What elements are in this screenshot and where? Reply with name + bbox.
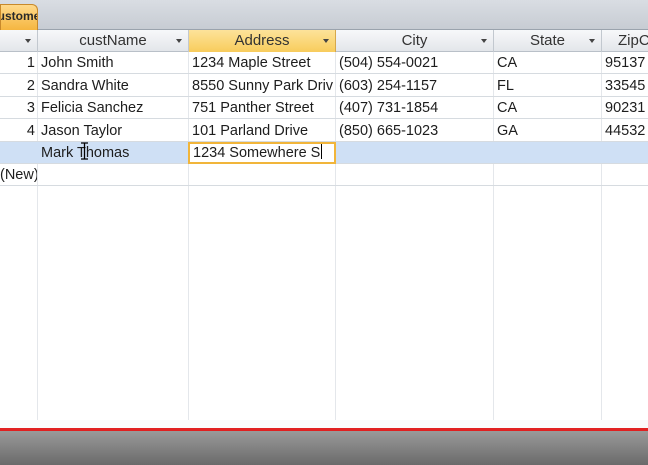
column-header-row: custName Address City State ZipC — [0, 30, 648, 52]
cell-state[interactable]: CA — [493, 52, 601, 74]
cell-address[interactable]: 751 Panther Street — [188, 97, 335, 119]
cell-city[interactable]: (603) 254-1157 — [335, 75, 493, 97]
header-address[interactable]: Address — [189, 30, 336, 52]
header-label: City — [401, 32, 428, 49]
cell-custname[interactable]: Jason Taylor — [37, 120, 188, 142]
header-custname[interactable]: custName — [38, 30, 189, 52]
cell-address[interactable]: 8550 Sunny Park Driv — [188, 75, 335, 97]
cell-state[interactable]: CA — [493, 97, 601, 119]
bottom-bar — [0, 431, 648, 465]
header-label: custName — [79, 32, 147, 49]
table-row[interactable]: 1 John Smith 1234 Maple Street (504) 554… — [0, 52, 648, 74]
address-edit-text: 1234 Somewhere S — [193, 145, 321, 161]
cell-city[interactable]: (504) 554-0021 — [335, 52, 493, 74]
header-city[interactable]: City — [336, 30, 494, 52]
cell-city[interactable]: (407) 731-1854 — [335, 97, 493, 119]
cell-address[interactable]: 101 Parland Drive — [188, 120, 335, 142]
new-record-row[interactable]: (New) — [0, 164, 648, 186]
object-tab-strip: Customers — [0, 0, 648, 30]
ibeam-cursor-icon — [81, 142, 88, 160]
table-row[interactable]: 2 Sandra White 8550 Sunny Park Driv (603… — [0, 75, 648, 97]
cell-id[interactable]: 3 — [0, 97, 37, 119]
cell-id[interactable]: 1 — [0, 52, 37, 74]
header-label: State — [529, 32, 566, 49]
cell-custname[interactable]: Felicia Sanchez — [37, 97, 188, 119]
cell-zip[interactable]: 33545 — [601, 75, 648, 97]
cell-zip[interactable]: 95137 — [601, 52, 648, 74]
text-caret — [321, 144, 323, 159]
cell-id[interactable]: 2 — [0, 75, 37, 97]
new-record-label[interactable]: (New) — [0, 164, 37, 186]
header-zip[interactable]: ZipC — [602, 30, 648, 52]
chevron-down-icon[interactable] — [176, 39, 182, 43]
table-row-editing[interactable]: Mark Thomas 1234 Somewhere S — [0, 142, 648, 164]
table-row[interactable]: 4 Jason Taylor 101 Parland Drive (850) 6… — [0, 120, 648, 142]
header-label: Address — [234, 32, 290, 49]
cell-state[interactable]: FL — [493, 75, 601, 97]
customers-tab[interactable]: Customers — [0, 4, 38, 30]
cell-id[interactable]: 4 — [0, 120, 37, 142]
header-state[interactable]: State — [494, 30, 602, 52]
address-edit-input[interactable]: 1234 Somewhere S — [188, 142, 336, 164]
cell-city[interactable]: (850) 665-1023 — [335, 120, 493, 142]
cell-state[interactable]: GA — [493, 120, 601, 142]
chevron-down-icon[interactable] — [323, 39, 329, 43]
cell-custname[interactable]: Mark Thomas — [37, 142, 188, 164]
chevron-down-icon[interactable] — [25, 39, 31, 43]
cell-address[interactable]: 1234 Maple Street — [188, 52, 335, 74]
header-id[interactable] — [0, 30, 38, 52]
cell-zip[interactable]: 90231 — [601, 97, 648, 119]
cell-custname[interactable]: Sandra White — [37, 75, 188, 97]
table-row[interactable]: 3 Felicia Sanchez 751 Panther Street (40… — [0, 97, 648, 119]
cell-zip[interactable]: 44532 — [601, 120, 648, 142]
cell-custname[interactable]: John Smith — [37, 52, 188, 74]
chevron-down-icon[interactable] — [589, 39, 595, 43]
chevron-down-icon[interactable] — [481, 39, 487, 43]
datasheet-grid: custName Address City State ZipC 1 John … — [0, 30, 648, 420]
header-label: ZipC — [618, 32, 648, 49]
